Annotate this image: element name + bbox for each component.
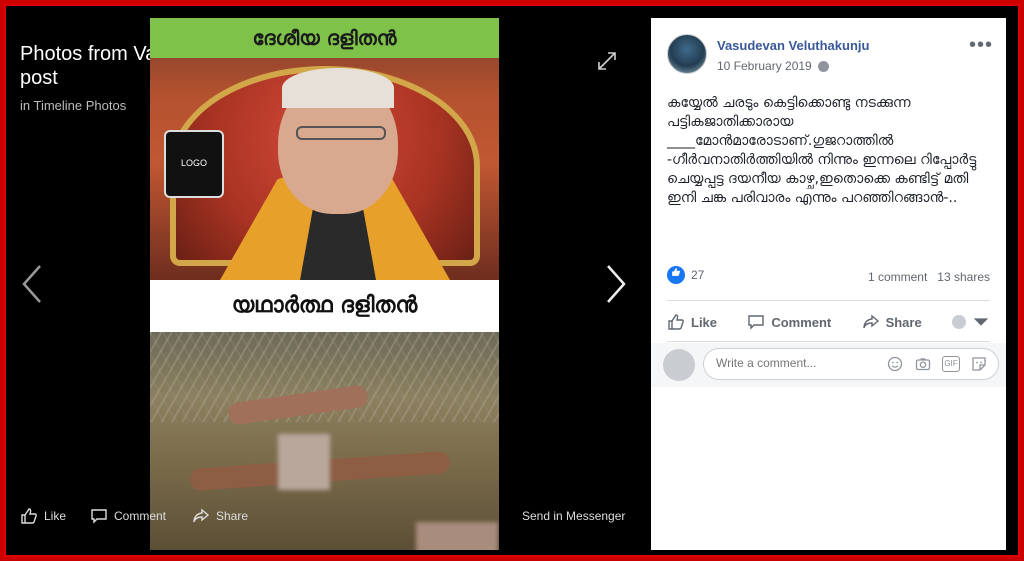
audience-selector[interactable]: [952, 313, 990, 331]
viewer-like-label: Like: [44, 509, 67, 523]
photo-blur-region-1: [278, 434, 330, 490]
profile-mini-icon: [952, 315, 966, 329]
author-name[interactable]: Vasudevan Veluthakunju: [717, 38, 869, 53]
photo-viewer: Photos from Vasudevan Veluthakunju's pos…: [6, 6, 651, 555]
post-action-bar: Like Comment Share: [667, 305, 990, 339]
comment-input-box[interactable]: GIF: [703, 348, 999, 380]
photo-person-hair: [282, 68, 394, 108]
shares-count[interactable]: 13 shares: [937, 270, 990, 284]
share-button-label: Share: [885, 314, 922, 330]
commenter-avatar: [663, 349, 695, 381]
like-button-label: Like: [691, 314, 718, 330]
viewer-comment-label: Comment: [114, 509, 167, 523]
photo-logo: LOGO: [164, 130, 224, 198]
send-in-messenger-label: Send in Messenger: [522, 509, 626, 523]
viewer-share-button[interactable]: Share: [192, 506, 248, 526]
viewer-share-label: Share: [216, 509, 249, 523]
post-date-row: 10 February 2019: [717, 59, 829, 73]
photo-top-panel: LOGO ദേശീയ ദളിതൻ: [150, 18, 499, 280]
viewer-like-button[interactable]: Like: [20, 506, 66, 526]
comment-tools: GIF: [886, 356, 988, 374]
divider: [667, 300, 990, 301]
sticker-icon[interactable]: [970, 356, 988, 374]
divider: [667, 341, 990, 342]
more-options-icon[interactable]: •••: [969, 34, 993, 57]
comment-button-label: Comment: [771, 314, 832, 330]
screenshot-frame: Photos from Vasudevan Veluthakunju's pos…: [4, 4, 1020, 557]
viewer-action-bar: Like Comment Share Send in Messenger: [20, 506, 640, 530]
next-photo-chevron-right-icon[interactable]: [604, 264, 628, 311]
viewer-comment-button[interactable]: Comment: [90, 506, 166, 526]
post-detail-panel: Vasudevan Veluthakunju 10 February 2019 …: [651, 18, 1006, 550]
photo-top-caption-band: ദേശീയ ദളിതൻ: [150, 18, 499, 58]
reaction-count: 27: [691, 268, 705, 282]
comments-count[interactable]: 1 comment: [868, 270, 927, 284]
photo-band-caption: യഥാർത്ഥ ദളിതൻ: [231, 293, 418, 318]
like-button[interactable]: Like: [667, 313, 717, 331]
thumbs-up-icon: [668, 314, 684, 330]
gif-icon[interactable]: GIF: [942, 356, 960, 372]
previous-photo-chevron-left-icon[interactable]: [20, 264, 44, 311]
engagement-counts: 1 comment 13 shares: [868, 270, 990, 284]
emoji-icon[interactable]: [886, 356, 904, 374]
post-photo[interactable]: LOGO ദേശീയ ദളിതൻ യഥാർത്ഥ ദളിതൻ: [150, 18, 499, 550]
comment-bubble-icon: [91, 509, 107, 524]
expand-icon[interactable]: [596, 50, 618, 72]
photo-middle-band: യഥാർത്ഥ ദളിതൻ: [150, 280, 499, 332]
viewer-subtitle[interactable]: in Timeline Photos: [20, 98, 126, 113]
comment-input[interactable]: [716, 356, 876, 370]
comment-bubble-icon: [748, 315, 765, 330]
like-reaction-icon: [667, 266, 685, 284]
share-arrow-icon: [193, 508, 210, 523]
caret-down-icon: [973, 318, 989, 326]
globe-icon: [817, 60, 829, 72]
reactions-summary[interactable]: 27: [667, 266, 704, 284]
author-avatar[interactable]: [667, 34, 707, 74]
post-text: കയ്യേൽ ചരടും കെട്ടിക്കൊണ്ടു നടക്കുന്ന പട…: [667, 95, 977, 206]
photo-glasses: [296, 126, 386, 140]
comment-button[interactable]: Comment: [747, 313, 831, 331]
camera-icon[interactable]: [914, 356, 932, 374]
share-arrow-icon: [862, 314, 879, 329]
share-button[interactable]: Share: [862, 313, 922, 331]
post-date[interactable]: 10 February 2019: [717, 59, 812, 73]
photo-top-caption: ദേശീയ ദളിതൻ: [252, 26, 397, 50]
send-in-messenger-button[interactable]: Send in Messenger: [522, 506, 625, 526]
thumbs-up-icon: [21, 508, 37, 524]
comment-composer: GIF: [651, 343, 1006, 387]
